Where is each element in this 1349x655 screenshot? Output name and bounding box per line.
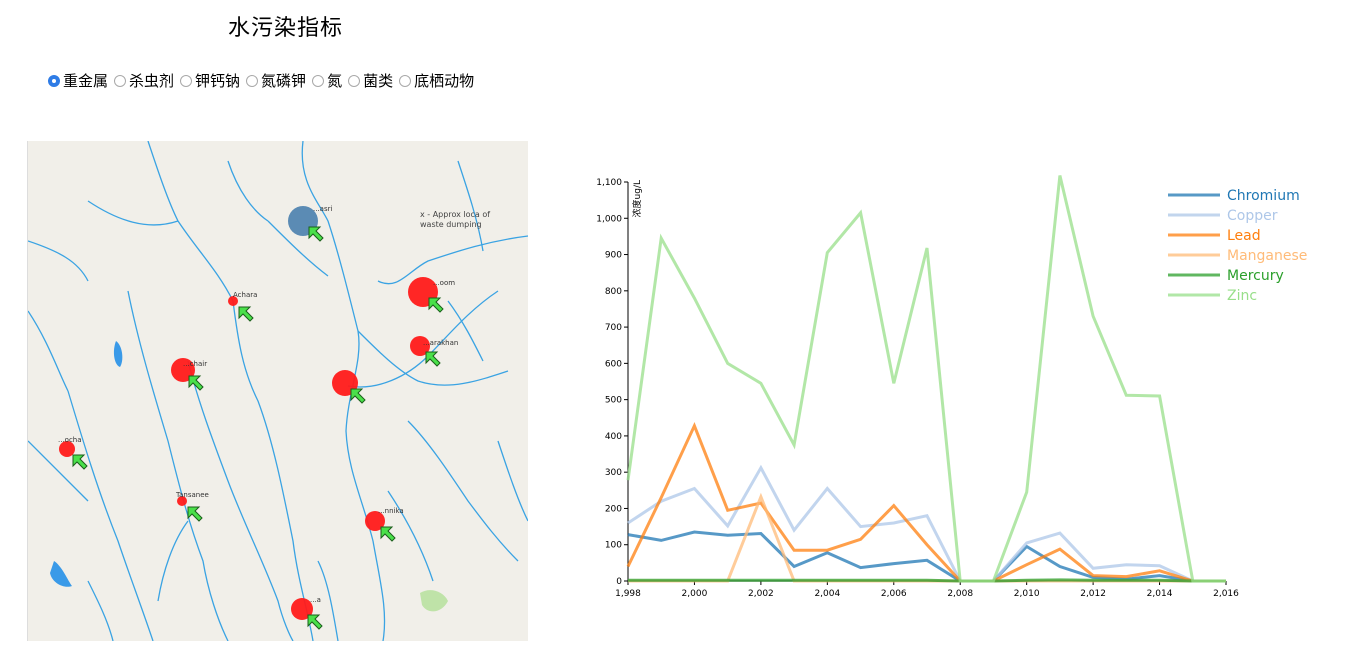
radio-option[interactable]: 杀虫剂 — [114, 70, 174, 91]
y-tick-label: 1,100 — [596, 178, 622, 188]
x-tick-label: 2,000 — [682, 589, 708, 599]
arrow-icon — [72, 454, 88, 470]
series-line-manganese — [628, 492, 1226, 583]
arrow-icon — [238, 306, 254, 322]
arrow-icon — [425, 351, 441, 367]
x-tick-label: 2,004 — [814, 589, 840, 599]
radio-option[interactable]: 氮磷钾 — [246, 70, 306, 91]
radio-label: 底栖动物 — [414, 72, 475, 90]
y-tick-label: 500 — [605, 396, 622, 406]
radio-label: 氮 — [327, 72, 343, 90]
town-label: ...arakhan — [423, 339, 459, 347]
radio-option[interactable]: 钾钙钠 — [180, 70, 240, 91]
radio-button[interactable] — [114, 74, 127, 87]
radio-button[interactable] — [312, 74, 325, 87]
arrow-icon — [350, 388, 366, 404]
radio-label: 重金属 — [63, 72, 109, 90]
radio-button[interactable] — [48, 74, 60, 87]
series-line-mercury — [628, 578, 1226, 583]
legend-label: Zinc — [1227, 288, 1257, 304]
y-axis-label: 浓度ug/L — [631, 180, 643, 217]
town-label: ...asri — [313, 205, 333, 213]
pollution-markers — [59, 206, 444, 630]
y-tick-label: 700 — [605, 323, 622, 333]
y-tick-label: 400 — [605, 432, 622, 442]
legend-label: Mercury — [1227, 268, 1284, 284]
y-tick-label: 100 — [605, 541, 622, 551]
x-tick-label: 2,008 — [947, 589, 973, 599]
town-label: Achara — [233, 291, 258, 299]
radio-option[interactable]: 底栖动物 — [399, 70, 474, 91]
arrow-icon — [187, 506, 203, 522]
arrow-icon — [380, 526, 396, 542]
town-label: ...a — [310, 596, 321, 604]
green-area — [420, 590, 448, 612]
radio-label: 氮磷钾 — [261, 72, 307, 90]
y-tick-label: 900 — [605, 251, 622, 261]
category-radio-group: 重金属 杀虫剂 钾钙钠 氮磷钾 氮 菌类 底栖动物 — [48, 70, 480, 91]
map-note: x - Approx loca of waste dumping — [420, 210, 491, 229]
radio-button[interactable] — [348, 74, 361, 87]
radio-label: 钾钙钠 — [195, 72, 241, 90]
series-line-zinc — [626, 175, 1226, 583]
line-chart: 0 100 200 300 400 500 600 700 800 900 1,000 1,100 1,… — [596, 175, 1307, 599]
x-tick-label: 2,006 — [881, 589, 907, 599]
y-tick-label: 600 — [605, 359, 622, 369]
radio-option[interactable]: 氮 — [312, 70, 342, 91]
lake — [50, 561, 72, 587]
legend-label: Copper — [1227, 208, 1278, 224]
radio-button[interactable] — [246, 74, 259, 87]
y-tick-label: 200 — [605, 504, 622, 514]
y-tick-label: 1,000 — [596, 214, 622, 224]
river-map[interactable]: x - Approx loca of waste dumping Achara … — [27, 141, 528, 641]
radio-option[interactable]: 菌类 — [348, 70, 393, 91]
x-tick-label: 2,010 — [1014, 589, 1040, 599]
town-label: ...chair — [183, 360, 208, 368]
lake — [113, 341, 123, 367]
x-tick-label: 2,002 — [748, 589, 774, 599]
town-label: ...ocha — [58, 436, 82, 444]
series-line-lead — [626, 421, 1226, 583]
x-tick-label: 1,998 — [615, 589, 641, 599]
legend-label: Chromium — [1227, 188, 1300, 204]
y-tick-label: 800 — [605, 287, 622, 297]
town-label: ...nnika — [378, 507, 404, 515]
radio-button[interactable] — [399, 74, 412, 87]
radio-label: 杀虫剂 — [129, 72, 175, 90]
town-label: Tansanee — [176, 491, 209, 499]
x-tick-label: 2,014 — [1147, 589, 1173, 599]
town-label: ...oom — [433, 279, 456, 287]
page-title: 水污染指标 — [228, 16, 344, 41]
arrow-icon — [308, 226, 324, 242]
arrow-icon — [428, 297, 444, 313]
x-tick-label: 2,012 — [1080, 589, 1106, 599]
radio-label: 菌类 — [363, 72, 394, 90]
legend-label: Manganese — [1227, 248, 1307, 264]
radio-button[interactable] — [180, 74, 193, 87]
y-tick-label: 0 — [616, 577, 622, 587]
x-tick-label: 2,016 — [1213, 589, 1239, 599]
legend-label: Lead — [1227, 228, 1261, 244]
radio-option[interactable]: 重金属 — [48, 70, 108, 91]
y-tick-label: 300 — [605, 468, 622, 478]
